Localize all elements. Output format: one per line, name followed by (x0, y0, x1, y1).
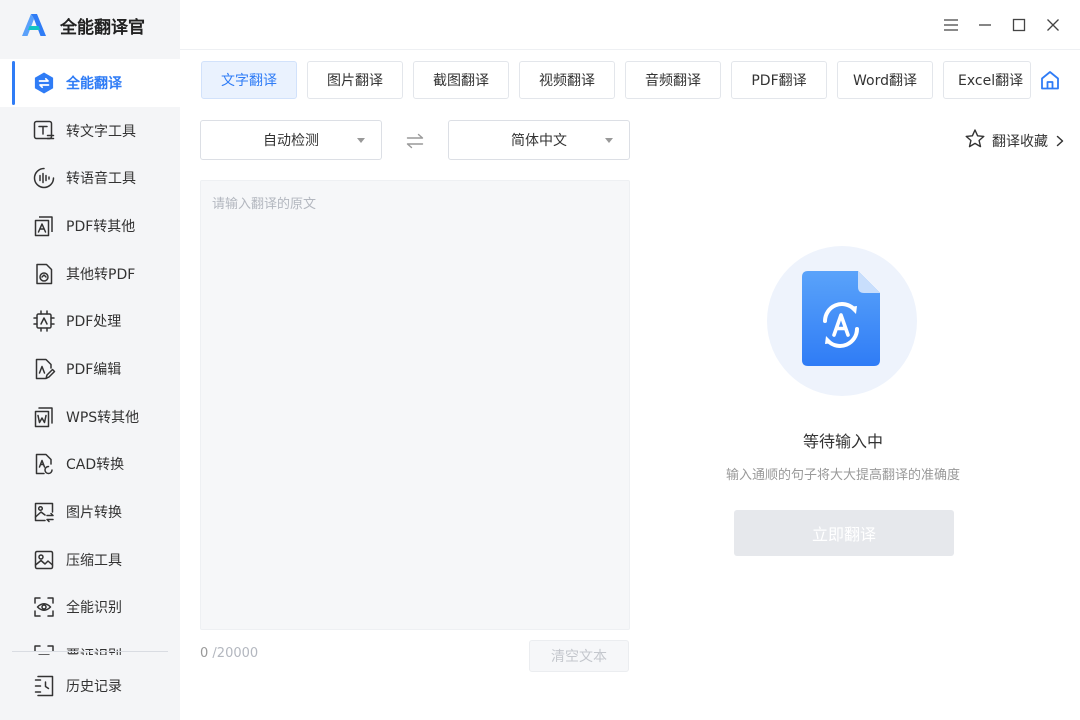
sidebar-item-label: 全能识别 (66, 600, 122, 617)
empty-state-title: 等待输入中 (802, 432, 883, 451)
pdf-edit-icon (32, 357, 56, 381)
ticket-icon (32, 643, 56, 655)
favorites-label: 翻译收藏 (992, 134, 1048, 150)
sidebar-item-label: WPS转其他 (66, 409, 140, 426)
sidebar-item-to-pdf[interactable]: 其他转PDF (0, 250, 180, 298)
tab-pdf-translate[interactable]: PDF翻译 (731, 61, 827, 99)
sidebar-item-pdf-convert[interactable]: PDF转其他 (0, 202, 180, 250)
header-divider (180, 49, 1080, 50)
sidebar-item-wps-convert[interactable]: WPS转其他 (0, 393, 180, 441)
history-icon (32, 674, 56, 698)
sidebar-item-recognize[interactable]: 全能识别 (0, 584, 180, 632)
char-limit: /20000 (212, 646, 259, 661)
star-icon (964, 128, 986, 154)
sidebar-item-voice-tool[interactable]: 转语音工具 (0, 154, 180, 202)
source-language-select[interactable]: 自动检测 (200, 120, 382, 160)
voice-tool-icon (32, 166, 56, 190)
sidebar-item-image-convert[interactable]: 图片转换 (0, 488, 180, 536)
sidebar-item-label: 压缩工具 (66, 552, 122, 569)
sidebar-item-label: 全能翻译 (66, 75, 122, 92)
text-tool-icon (32, 119, 56, 143)
sidebar-item-compress[interactable]: 压缩工具 (0, 536, 180, 584)
source-text-input[interactable] (200, 180, 630, 630)
sidebar-item-text-tool[interactable]: 转文字工具 (0, 107, 180, 155)
sidebar-item-pdf-edit[interactable]: PDF编辑 (0, 345, 180, 393)
chevron-down-icon (357, 138, 365, 143)
document-translate-icon (802, 271, 882, 371)
sidebar-item-cad-convert[interactable]: CAD转换 (0, 441, 180, 489)
swap-language-icon[interactable] (403, 130, 427, 152)
pdf-process-icon (32, 309, 56, 333)
history-label: 历史记录 (66, 679, 122, 695)
char-count: 0 (200, 646, 209, 661)
sidebar-item-label: 转语音工具 (66, 171, 136, 188)
cad-convert-icon (32, 452, 56, 476)
close-icon[interactable] (1036, 8, 1070, 42)
sidebar-item-history[interactable]: 历史记录 (0, 662, 180, 710)
tab-word-translate[interactable]: Word翻译 (837, 61, 933, 99)
minimize-icon[interactable] (968, 8, 1002, 42)
brand: 全能翻译官 (0, 0, 180, 50)
empty-state-hint: 输入通顺的句子将大大提高翻译的准确度 (725, 468, 960, 483)
sidebar-divider (12, 651, 168, 652)
sidebar-item-label: 其他转PDF (66, 266, 136, 283)
sidebar: 全能翻译官 全能翻译 转文字工具 转语音工具 PDF转其他 其他转PDF PDF… (0, 0, 180, 720)
image-convert-icon (32, 500, 56, 524)
sidebar-nav: 全能翻译 转文字工具 转语音工具 PDF转其他 其他转PDF PDF处理 PDF… (0, 59, 180, 655)
recognize-icon (32, 595, 56, 619)
tab-excel-translate[interactable]: Excel翻译 (943, 61, 1031, 99)
sidebar-item-pdf-process[interactable]: PDF处理 (0, 297, 180, 345)
favorites-link[interactable]: 翻译收藏 (964, 129, 1064, 153)
to-pdf-icon (32, 262, 56, 286)
app-window: 全能翻译官 全能翻译 转文字工具 转语音工具 PDF转其他 其他转PDF PDF… (0, 0, 1080, 720)
char-counter: 0 /20000 (200, 646, 258, 661)
tab-video-translate[interactable]: 视频翻译 (519, 61, 615, 99)
sidebar-item-label: 图片转换 (66, 505, 122, 522)
translation-tabs: 文字翻译 图片翻译 截图翻译 视频翻译 音频翻译 PDF翻译 Word翻译 Ex… (201, 61, 1041, 99)
maximize-icon[interactable] (1002, 8, 1036, 42)
tab-text-translate[interactable]: 文字翻译 (201, 61, 297, 99)
clear-text-button[interactable]: 清空文本 (529, 640, 629, 672)
wps-convert-icon (32, 405, 56, 429)
sidebar-item-translate[interactable]: 全能翻译 (0, 59, 180, 107)
pdf-convert-icon (32, 214, 56, 238)
app-title: 全能翻译官 (60, 17, 145, 38)
target-language-value: 简体中文 (511, 133, 567, 149)
sidebar-item-label: 转文字工具 (66, 123, 136, 140)
sidebar-item-label: CAD转换 (66, 457, 125, 474)
target-language-select[interactable]: 简体中文 (448, 120, 630, 160)
menu-icon[interactable] (934, 8, 968, 42)
compress-icon (32, 548, 56, 572)
empty-state-illustration (767, 246, 917, 396)
chevron-down-icon (605, 138, 613, 143)
translate-now-button[interactable]: 立即翻译 (734, 510, 954, 556)
tab-screenshot-translate[interactable]: 截图翻译 (413, 61, 509, 99)
window-controls (934, 8, 1070, 42)
source-language-value: 自动检测 (263, 133, 319, 149)
translate-icon (32, 71, 56, 95)
app-logo-icon (20, 11, 48, 39)
tab-audio-translate[interactable]: 音频翻译 (625, 61, 721, 99)
chevron-right-icon (1056, 135, 1064, 147)
home-icon[interactable] (1036, 66, 1064, 94)
sidebar-item-label: PDF编辑 (66, 361, 122, 378)
sidebar-item-label: PDF转其他 (66, 218, 136, 235)
sidebar-item-label: PDF处理 (66, 314, 122, 331)
tab-image-translate[interactable]: 图片翻译 (307, 61, 403, 99)
